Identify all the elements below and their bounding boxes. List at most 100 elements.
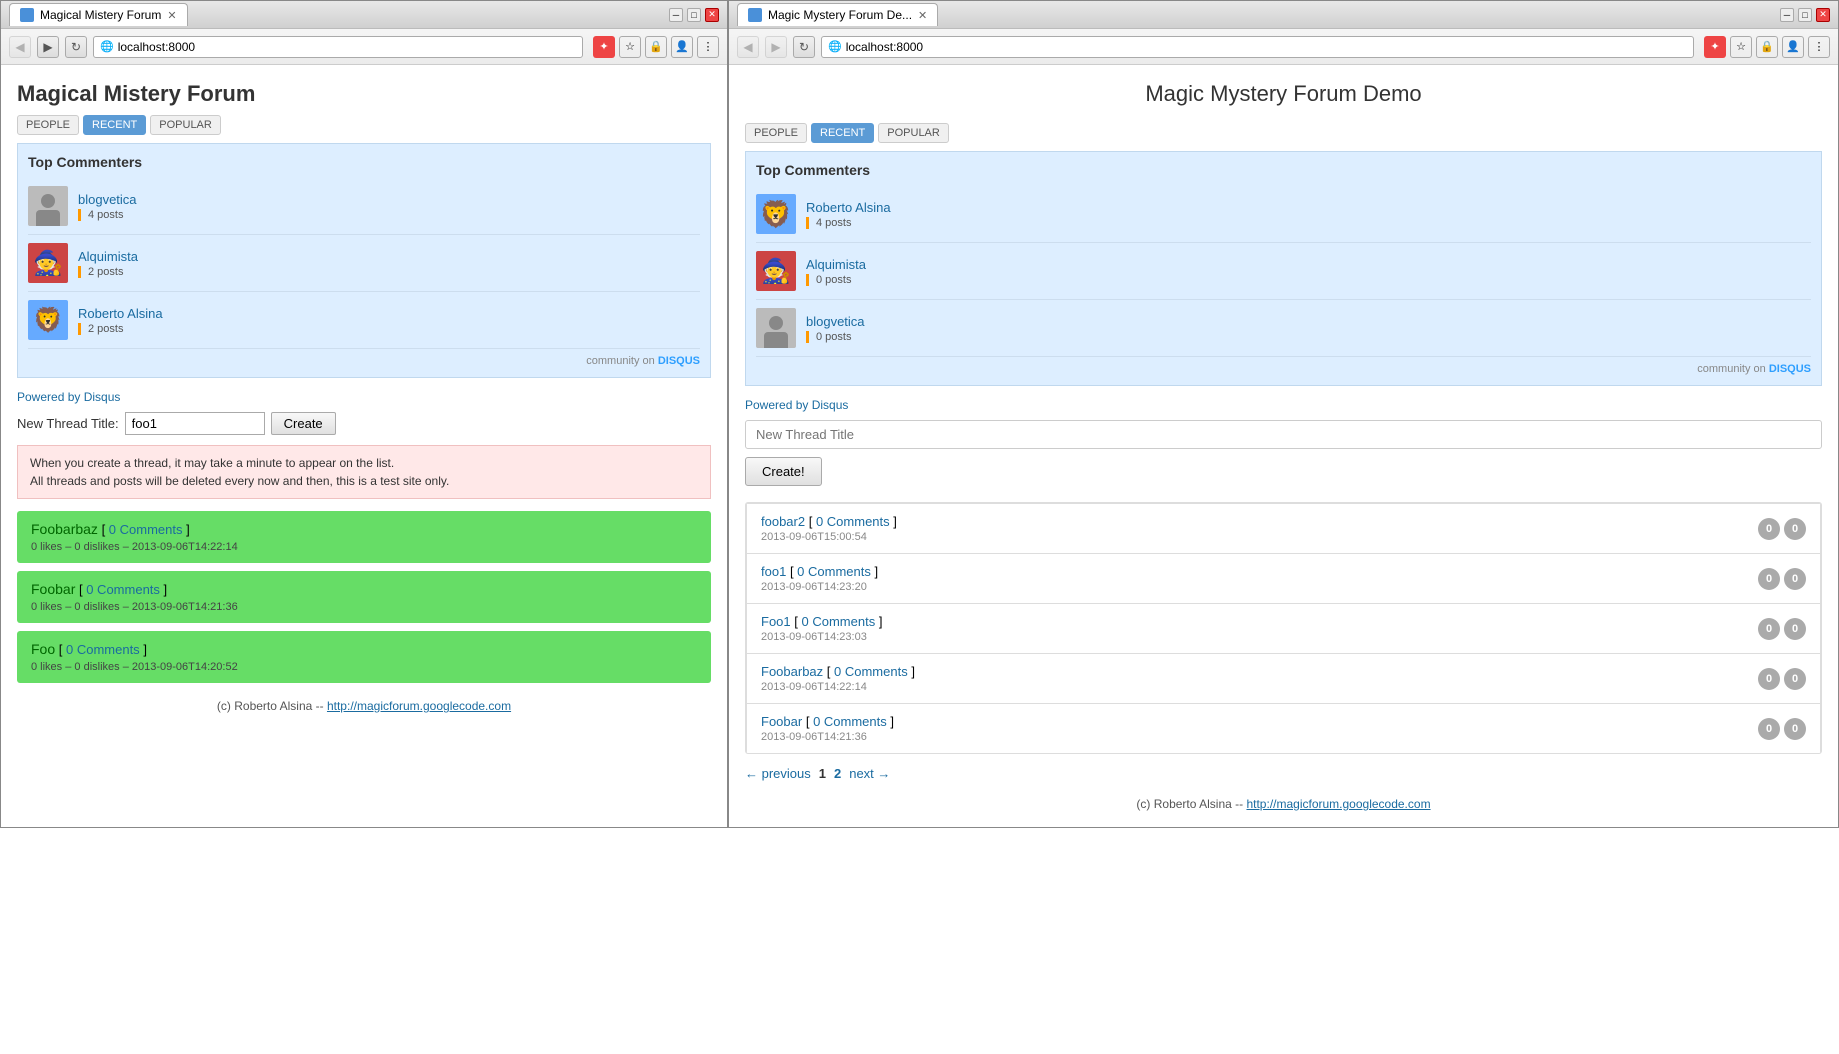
address-text: localhost:8000: [118, 40, 195, 54]
thread-item: foobar2 [ 0 Comments ] 2013-09-06T15:00:…: [746, 503, 1821, 553]
community-line: community on DISQUS: [28, 355, 700, 367]
upvote-button[interactable]: 0: [1758, 718, 1780, 740]
commenter-row: 🦁 Roberto Alsina 4 posts: [756, 186, 1811, 243]
thread-item: Foobar [ 0 Comments ] 2013-09-06T14:21:3…: [746, 703, 1821, 753]
upvote-button[interactable]: 0: [1758, 518, 1780, 540]
back-button[interactable]: ◀: [9, 36, 31, 58]
thread-title-link[interactable]: foo1: [761, 564, 786, 579]
maximize-icon[interactable]: □: [1798, 8, 1812, 22]
ext2-icon[interactable]: 🔒: [645, 36, 667, 58]
next-page-link[interactable]: next →: [849, 766, 890, 781]
thread-title-link[interactable]: Foobarbaz: [31, 521, 98, 537]
downvote-button[interactable]: 0: [1784, 668, 1806, 690]
powered-by-disqus-link[interactable]: Powered by Disqus: [17, 390, 711, 404]
commenter-name-link[interactable]: Roberto Alsina: [806, 200, 891, 215]
tab-recent[interactable]: RECENT: [811, 123, 874, 143]
thread-meta: 2013-09-06T15:00:54: [761, 531, 1758, 543]
avatar-img: 🦁: [28, 300, 68, 340]
thread-title-link[interactable]: Foobar: [761, 714, 802, 729]
rating-bar: [806, 217, 809, 229]
forward-button[interactable]: ▶: [37, 36, 59, 58]
tab-popular[interactable]: POPULAR: [150, 115, 221, 135]
upvote-button[interactable]: 0: [1758, 618, 1780, 640]
thread-comments-link[interactable]: 0 Comments: [834, 664, 908, 679]
right-create-button[interactable]: Create!: [745, 457, 822, 486]
right-new-thread-input[interactable]: [745, 420, 1822, 449]
tab-people[interactable]: PEOPLE: [17, 115, 79, 135]
powered-by-disqus-link[interactable]: Powered by Disqus: [745, 398, 1822, 412]
minimize-icon[interactable]: ─: [1780, 8, 1794, 22]
thread-comments-link[interactable]: 0 Comments: [109, 522, 183, 537]
commenter-info: blogvetica 0 posts: [806, 314, 1811, 343]
commenter-name-link[interactable]: Alquimista: [806, 257, 866, 272]
star-icon[interactable]: ☆: [1730, 36, 1752, 58]
downvote-button[interactable]: 0: [1784, 618, 1806, 640]
page-2-link[interactable]: 2: [834, 766, 841, 781]
close-icon[interactable]: ✕: [1816, 8, 1830, 22]
new-thread-input[interactable]: [125, 412, 265, 435]
new-thread-row: New Thread Title: Create: [17, 412, 711, 435]
commenter-name-link[interactable]: blogvetica: [78, 192, 137, 207]
left-tabs-row: PEOPLE RECENT POPULAR: [17, 115, 711, 135]
thread-title-link[interactable]: Foobarbaz: [761, 664, 823, 679]
minimize-icon[interactable]: ─: [669, 8, 683, 22]
avatar: [28, 186, 68, 226]
thread-title-link[interactable]: Foo: [31, 641, 55, 657]
thread-title-link[interactable]: Foo1: [761, 614, 791, 629]
address-icon: 🌐: [828, 40, 842, 53]
thread-title-link[interactable]: Foobar: [31, 581, 75, 597]
forward-button[interactable]: ▶: [765, 36, 787, 58]
thread-title-link[interactable]: foobar2: [761, 514, 805, 529]
left-address-bar[interactable]: 🌐 localhost:8000: [93, 36, 583, 58]
reload-button[interactable]: ↻: [65, 36, 87, 58]
footer-link[interactable]: http://magicforum.googlecode.com: [1246, 797, 1430, 811]
commenter-name-link[interactable]: Alquimista: [78, 249, 138, 264]
right-address-bar[interactable]: 🌐 localhost:8000: [821, 36, 1694, 58]
commenter-name-link[interactable]: Roberto Alsina: [78, 306, 163, 321]
ext1-icon[interactable]: ✦: [593, 36, 615, 58]
thread-comments-link[interactable]: 0 Comments: [797, 564, 871, 579]
community-line: community on DISQUS: [756, 363, 1811, 375]
ext2-icon[interactable]: 🔒: [1756, 36, 1778, 58]
thread-comments-link[interactable]: 0 Comments: [813, 714, 887, 729]
right-tab[interactable]: Magic Mystery Forum De... ✕: [737, 3, 938, 26]
warning-box: When you create a thread, it may take a …: [17, 445, 711, 499]
new-thread-label: New Thread Title:: [17, 416, 119, 431]
thread-comments-link[interactable]: 0 Comments: [802, 614, 876, 629]
ext3-icon[interactable]: 👤: [1782, 36, 1804, 58]
star-icon[interactable]: ☆: [619, 36, 641, 58]
prev-page-link[interactable]: ← previous: [745, 766, 811, 781]
downvote-button[interactable]: 0: [1784, 568, 1806, 590]
ext3-icon[interactable]: 👤: [671, 36, 693, 58]
ext4-icon[interactable]: ⋮: [1808, 36, 1830, 58]
upvote-button[interactable]: 0: [1758, 668, 1780, 690]
back-button[interactable]: ◀: [737, 36, 759, 58]
tab-close-icon[interactable]: ✕: [167, 9, 176, 22]
commenter-name-link[interactable]: blogvetica: [806, 314, 865, 329]
posts-count: 2 posts: [88, 323, 123, 335]
tab-close-icon[interactable]: ✕: [918, 9, 927, 22]
commenter-posts: 4 posts: [78, 209, 700, 221]
create-button[interactable]: Create: [271, 412, 336, 435]
ext1-icon[interactable]: ✦: [1704, 36, 1726, 58]
tab-popular[interactable]: POPULAR: [878, 123, 949, 143]
tab-people[interactable]: PEOPLE: [745, 123, 807, 143]
right-top-commenters-box: Top Commenters 🦁 Roberto Alsina 4 posts …: [745, 151, 1822, 386]
ext4-icon[interactable]: ⋮: [697, 36, 719, 58]
left-tab[interactable]: Magical Mistery Forum ✕: [9, 3, 188, 26]
upvote-button[interactable]: 0: [1758, 568, 1780, 590]
downvote-button[interactable]: 0: [1784, 518, 1806, 540]
maximize-icon[interactable]: □: [687, 8, 701, 22]
thread-comments-link[interactable]: 0 Comments: [816, 514, 890, 529]
right-navbar: ◀ ▶ ↻ 🌐 localhost:8000 ✦ ☆ 🔒 👤 ⋮: [729, 29, 1838, 65]
thread-comments-link[interactable]: 0 Comments: [86, 582, 160, 597]
downvote-button[interactable]: 0: [1784, 718, 1806, 740]
thread-comments-link[interactable]: 0 Comments: [66, 642, 140, 657]
reload-button[interactable]: ↻: [793, 36, 815, 58]
tab-recent[interactable]: RECENT: [83, 115, 146, 135]
right-footer: (c) Roberto Alsina -- http://magicforum.…: [745, 797, 1822, 811]
close-icon[interactable]: ✕: [705, 8, 719, 22]
thread-item: foo1 [ 0 Comments ] 2013-09-06T14:23:20 …: [746, 553, 1821, 603]
top-commenters-heading: Top Commenters: [28, 154, 700, 170]
footer-link[interactable]: http://magicforum.googlecode.com: [327, 699, 511, 713]
